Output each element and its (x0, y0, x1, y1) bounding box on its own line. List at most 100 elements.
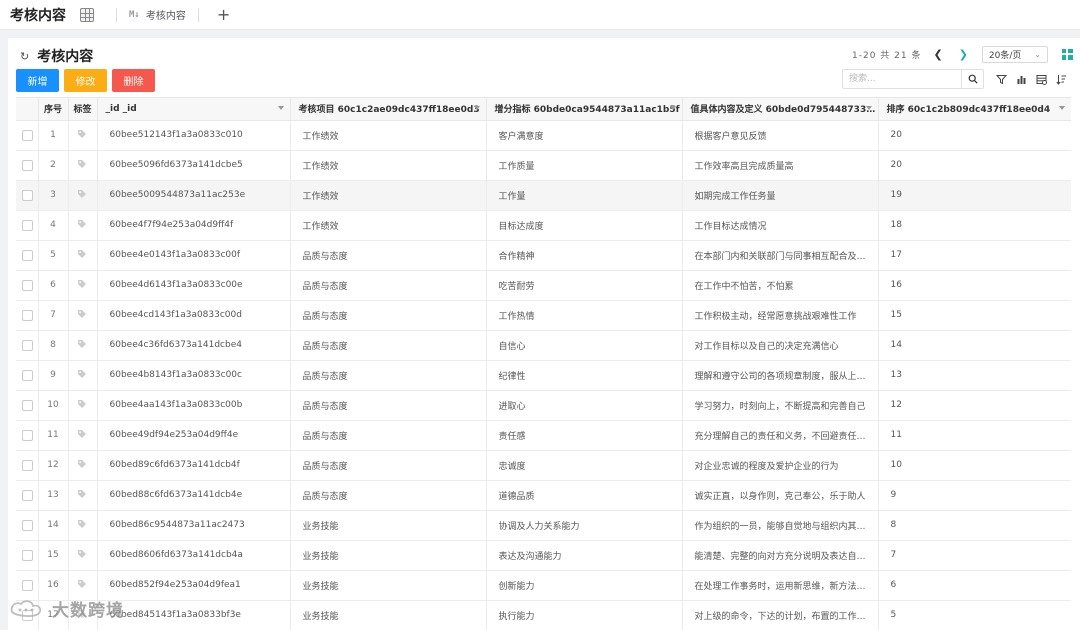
cell-id[interactable]: 60bee512143f1a3a0833c010 (97, 120, 291, 151)
cell-id[interactable]: 60bed89c6fd6373a141dcb4f (97, 450, 291, 481)
table-row[interactable]: 4 60bee4f7f94e253a04d9ff4f 工作绩效 目标达成度 工作目标达成… (16, 210, 1071, 241)
row-checkbox[interactable] (22, 399, 33, 411)
cell-order[interactable]: 16 (878, 270, 1071, 301)
cell-id[interactable]: 60bed845143f1a3a0833bf3e (97, 600, 291, 630)
cell-order[interactable]: 10 (878, 450, 1071, 481)
cell-definition[interactable]: 工作目标达成情况 (682, 210, 879, 241)
tab-content[interactable]: M↓ 考核内容 (129, 7, 186, 23)
sort-caret-icon[interactable] (669, 106, 676, 110)
cell-item[interactable]: 业务技能 (290, 540, 487, 571)
table-row[interactable]: 8 60bee4c36fd6373a141dcbe4 品质与态度 自信心 对工作目标以及… (16, 330, 1071, 361)
cell-indicator[interactable]: 目标达成度 (486, 210, 683, 241)
next-page-button[interactable]: ❯ (959, 48, 968, 61)
row-checkbox[interactable] (22, 129, 33, 141)
cell-id[interactable]: 60bed8606fd6373a141dcb4a (97, 540, 291, 571)
tag-icon[interactable] (77, 579, 87, 592)
header-id[interactable]: _id _id (97, 98, 291, 121)
cell-indicator[interactable]: 协调及人力关系能力 (486, 510, 683, 541)
cell-order[interactable]: 20 (878, 150, 1071, 181)
cell-item[interactable]: 工作绩效 (290, 180, 487, 211)
tag-icon[interactable] (77, 129, 87, 142)
tag-icon[interactable] (77, 159, 87, 172)
sort-caret-icon[interactable] (473, 106, 480, 110)
row-checkbox[interactable] (22, 549, 33, 561)
filter-icon[interactable] (992, 70, 1010, 88)
cell-definition[interactable]: 作为组织的一员，能够自觉地与组织内其… (682, 510, 879, 541)
cell-order[interactable]: 20 (878, 120, 1071, 151)
tag-icon[interactable] (77, 279, 87, 292)
cell-order[interactable]: 18 (878, 210, 1071, 241)
table-row[interactable]: 11 60bee49df94e253a04d9ff4e 品质与态度 责任感 充分理解自己… (16, 420, 1071, 451)
cell-definition[interactable]: 工作效率高且完成质量高 (682, 150, 879, 181)
cell-definition[interactable]: 学习努力，时刻向上，不断提高和完善自己 (682, 390, 879, 421)
cell-indicator[interactable]: 客户满意度 (486, 120, 683, 151)
tag-icon[interactable] (77, 339, 87, 352)
cell-order[interactable]: 11 (878, 420, 1071, 451)
row-checkbox[interactable] (22, 309, 33, 321)
tag-icon[interactable] (77, 429, 87, 442)
cell-id[interactable]: 60bee4b8143f1a3a0833c00c (97, 360, 291, 391)
cell-item[interactable]: 品质与态度 (290, 480, 487, 511)
cell-item[interactable]: 品质与态度 (290, 270, 487, 301)
cell-indicator[interactable]: 责任感 (486, 420, 683, 451)
cell-item[interactable]: 品质与态度 (290, 360, 487, 391)
cell-id[interactable]: 60bee4d6143f1a3a0833c00e (97, 270, 291, 301)
cell-item[interactable]: 品质与态度 (290, 390, 487, 421)
chart-icon[interactable] (1012, 70, 1030, 88)
cell-order[interactable]: 6 (878, 570, 1071, 601)
cell-definition[interactable]: 在处理工作事务时，运用新思维，新方法… (682, 570, 879, 601)
cell-order[interactable]: 12 (878, 390, 1071, 421)
table-row[interactable]: 13 60bed88c6fd6373a141dcb4e 品质与态度 道德品质 诚实正直，… (16, 480, 1071, 511)
sort-caret-icon[interactable] (865, 106, 872, 110)
cell-id[interactable]: 60bee4cd143f1a3a0833c00d (97, 300, 291, 331)
cell-order[interactable]: 19 (878, 180, 1071, 211)
row-checkbox[interactable] (22, 279, 33, 291)
row-checkbox[interactable] (22, 489, 33, 501)
cell-item[interactable]: 品质与态度 (290, 300, 487, 331)
cell-definition[interactable]: 对企业忠诚的程度及爱护企业的行为 (682, 450, 879, 481)
row-checkbox[interactable] (22, 459, 33, 471)
row-checkbox[interactable] (22, 159, 33, 171)
cell-order[interactable]: 17 (878, 240, 1071, 271)
cell-id[interactable]: 60bee4f7f94e253a04d9ff4f (97, 210, 291, 241)
table-row[interactable]: 3 60bee5009544873a11ac253e 工作绩效 工作量 如期完成工作任务… (16, 180, 1071, 211)
table-row[interactable]: 12 60bed89c6fd6373a141dcb4f 品质与态度 忠诚度 对企业忠诚的… (16, 450, 1071, 481)
sort-caret-icon[interactable] (277, 106, 284, 110)
tag-icon[interactable] (77, 309, 87, 322)
cell-definition[interactable]: 如期完成工作任务量 (682, 180, 879, 211)
cell-indicator[interactable]: 忠诚度 (486, 450, 683, 481)
cell-id[interactable]: 60bed852f94e253a04d9fea1 (97, 570, 291, 601)
page-size-select[interactable]: 20条/页 ⌄ (981, 45, 1048, 63)
cell-indicator[interactable]: 自信心 (486, 330, 683, 361)
cell-item[interactable]: 品质与态度 (290, 330, 487, 361)
add-button[interactable]: 新增 (16, 69, 59, 92)
cell-definition[interactable]: 根据客户意见反馈 (682, 120, 879, 151)
cell-item[interactable]: 业务技能 (290, 600, 487, 630)
cell-order[interactable]: 15 (878, 300, 1071, 331)
cell-indicator[interactable]: 工作质量 (486, 150, 683, 181)
column-settings-icon[interactable] (1032, 70, 1050, 88)
table-row[interactable]: 15 60bed8606fd6373a141dcb4a 业务技能 表达及沟通能力 能清楚… (16, 540, 1071, 571)
table-row[interactable]: 9 60bee4b8143f1a3a0833c00c 品质与态度 纪律性 理解和遵守公司… (16, 360, 1071, 391)
cell-definition[interactable]: 在工作中不怕苦，不怕累 (682, 270, 879, 301)
cell-item[interactable]: 工作绩效 (290, 210, 487, 241)
table-row[interactable]: 5 60bee4e0143f1a3a0833c00f 品质与态度 合作精神 在本部门内和… (16, 240, 1071, 271)
cell-indicator[interactable]: 纪律性 (486, 360, 683, 391)
cell-order[interactable]: 5 (878, 600, 1071, 630)
table-row[interactable]: 16 60bed852f94e253a04d9fea1 业务技能 创新能力 在处理工作事… (16, 570, 1071, 601)
header-order[interactable]: 排序 60c1c2b809dc437ff18ee0d4 (878, 98, 1071, 121)
cell-id[interactable]: 60bee4e0143f1a3a0833c00f (97, 240, 291, 271)
cell-indicator[interactable]: 道德品质 (486, 480, 683, 511)
cell-order[interactable]: 7 (878, 540, 1071, 571)
row-checkbox[interactable] (22, 189, 33, 201)
search-input[interactable] (843, 70, 961, 88)
cell-definition[interactable]: 能清楚、完整的向对方充分说明及表达自… (682, 540, 879, 571)
tag-icon[interactable] (77, 369, 87, 382)
row-checkbox[interactable] (22, 339, 33, 351)
cell-id[interactable]: 60bee49df94e253a04d9ff4e (97, 420, 291, 451)
table-row[interactable]: 7 60bee4cd143f1a3a0833c00d 品质与态度 工作热情 工作积极主动… (16, 300, 1071, 331)
cell-id[interactable]: 60bed86c9544873a11ac2473 (97, 510, 291, 541)
edit-button[interactable]: 修改 (64, 69, 107, 92)
cell-indicator[interactable]: 表达及沟通能力 (486, 540, 683, 571)
cell-definition[interactable]: 充分理解自己的责任和义务，不回避责任… (682, 420, 879, 451)
